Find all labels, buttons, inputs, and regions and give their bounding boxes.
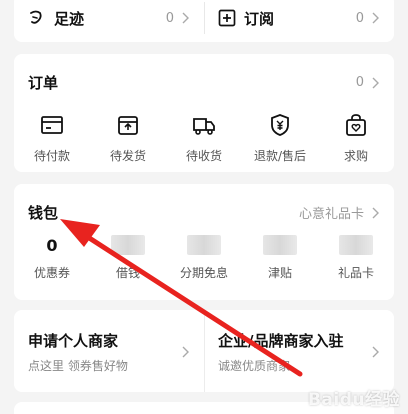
wallet-item-label: 礼品卡: [337, 266, 374, 280]
wallet-item-label: 借钱: [115, 266, 140, 280]
heart-bag-icon: [346, 114, 366, 136]
wallet-card: 钱包 心意礼品卡 0 优惠券 借钱 分期免息 津贴 礼品卡: [14, 184, 394, 300]
subscribe-entry[interactable]: 订阅 0: [204, 0, 394, 42]
footprint-entry[interactable]: 足迹 0: [14, 0, 204, 42]
box-icon: [118, 116, 138, 135]
brand-merchant-subtitle: 诚邀优质商家: [218, 359, 291, 373]
plus-square-icon: [218, 9, 236, 27]
blurred-value: [339, 235, 373, 255]
subscribe-label: 订阅: [244, 9, 275, 28]
truck-icon: [193, 118, 215, 135]
order-pending-receipt[interactable]: 待收货: [166, 112, 242, 164]
wallet-value: 0: [46, 235, 58, 255]
blurred-value: [263, 235, 297, 255]
order-pending-payment[interactable]: 待付款: [14, 112, 90, 164]
wallet-header[interactable]: 钱包 心意礼品卡: [28, 202, 380, 223]
merchant-card: 申请个人商家 点这里 领券售好物 企业/品牌商家入驻 诚邀优质商家: [14, 310, 394, 392]
footprint-count: 0: [165, 10, 174, 26]
order-item-label: 退款/售后: [253, 149, 307, 163]
chevron-right-icon: [372, 77, 379, 88]
orders-count: 0: [355, 75, 364, 90]
wallet-installment[interactable]: 分期免息: [166, 234, 242, 281]
wallet-borrow[interactable]: 借钱: [90, 234, 166, 281]
order-pending-shipment[interactable]: 待发货: [90, 112, 166, 164]
wallet-item-label: 优惠券: [33, 266, 70, 280]
order-item-label: 待收货: [185, 149, 222, 163]
wallet-item-label: 津贴: [267, 266, 292, 280]
personal-merchant-title: 申请个人商家: [28, 332, 119, 350]
order-wanted[interactable]: 求购: [318, 112, 394, 164]
order-refund-aftersale[interactable]: 退款/售后: [242, 112, 318, 164]
blurred-value: [187, 235, 221, 255]
chevron-right-icon: [372, 12, 379, 24]
wallet-allowance[interactable]: 津贴: [242, 234, 318, 281]
wallet-gift-card[interactable]: 礼品卡: [318, 234, 394, 281]
order-item-label: 求购: [343, 149, 368, 163]
subscribe-count: 0: [355, 10, 364, 26]
chevron-right-icon: [372, 207, 379, 218]
order-item-label: 待发货: [109, 149, 146, 163]
personal-merchant-entry[interactable]: 申请个人商家 点这里 领券售好物: [14, 310, 204, 392]
orders-card: 订单 0 待付款 待发货 待收货 退款/售后 求购: [14, 54, 394, 172]
card-icon: [41, 116, 63, 134]
order-item-label: 待付款: [33, 149, 70, 163]
footprint-icon: [30, 10, 42, 24]
wallet-item-label: 分期免息: [179, 266, 228, 280]
orders-header[interactable]: 订单 0: [28, 72, 380, 93]
baidu-watermark: Baidu经验: [307, 390, 400, 410]
personal-merchant-subtitle: 点这里 领券售好物: [28, 359, 128, 373]
chevron-right-icon: [182, 346, 189, 358]
blurred-value: [111, 235, 145, 255]
yuan-shield-icon: [271, 114, 289, 136]
chevron-right-icon: [372, 346, 379, 358]
brand-merchant-title: 企业/品牌商家入驻: [218, 332, 344, 350]
gift-card-link[interactable]: 心意礼品卡: [299, 203, 364, 222]
top-shortcuts-card: 足迹 0 订阅 0: [14, 0, 394, 42]
wallet-title: 钱包: [28, 204, 59, 222]
footprint-label: 足迹: [54, 9, 85, 28]
orders-title: 订单: [28, 74, 59, 92]
wallet-coupons[interactable]: 0 优惠券: [14, 234, 90, 281]
brand-merchant-entry[interactable]: 企业/品牌商家入驻 诚邀优质商家: [204, 310, 394, 392]
chevron-right-icon: [182, 12, 189, 24]
